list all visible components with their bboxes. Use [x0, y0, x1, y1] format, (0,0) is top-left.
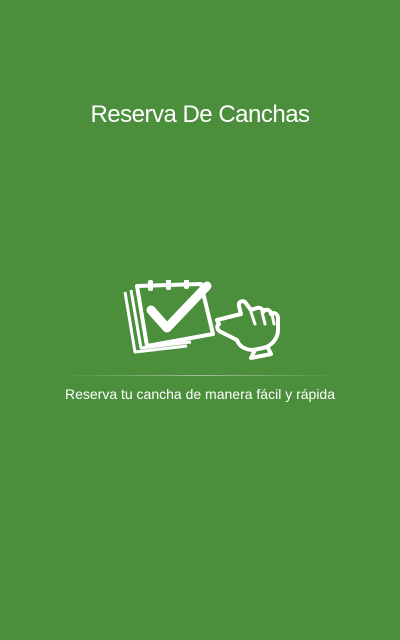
calendar-check-hand-icon: [115, 278, 285, 360]
app-title: Reserva De Canchas: [90, 101, 310, 128]
divider: [58, 375, 342, 376]
tagline: Reserva tu cancha de manera fácil y rápi…: [64, 386, 336, 402]
